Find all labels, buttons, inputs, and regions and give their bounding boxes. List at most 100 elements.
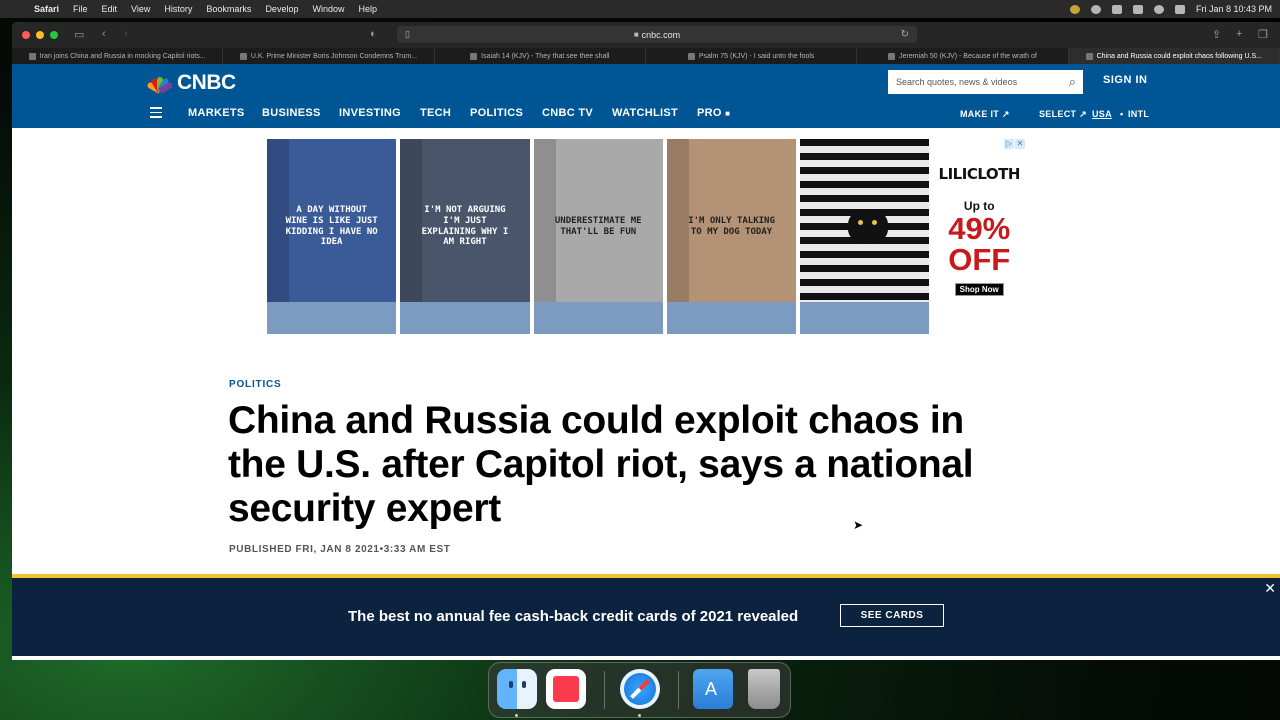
tab-favicon [239,52,247,60]
ad-discount-off: OFF [948,242,1011,277]
minimize-window-button[interactable] [36,31,44,39]
nav-tech[interactable]: TECH [420,107,451,119]
menu-help[interactable]: Help [358,4,377,14]
ad-product-image[interactable]: A DAY WITHOUT WINE IS LIKE JUST KIDDING … [267,139,397,334]
ad-brand-name: LILICLOTH [938,165,1021,183]
spotlight-search-icon[interactable] [1153,4,1164,14]
tab-overview-icon[interactable]: ❐ [1258,28,1268,41]
sign-in-button[interactable]: SIGN IN [1103,74,1147,86]
ad-close-icon[interactable]: ✕ [1014,139,1025,149]
applications-folder-icon[interactable]: A [693,669,733,709]
browser-tab[interactable]: Jeremiah 50 (KJV) - Because of the wrath… [857,48,1069,64]
nav-cnbc-tv[interactable]: CNBC TV [542,107,593,119]
close-window-button[interactable] [22,31,30,39]
url-text: cnbc.com [641,29,681,40]
browser-tab[interactable]: U.K. Prime Minister Boris Johnson Condem… [223,48,435,64]
dock-divider [604,671,605,709]
browser-tab[interactable]: Iran joins China and Russia in mocking C… [12,48,224,64]
cloud-icon[interactable] [1111,4,1122,14]
ad-info-icon[interactable]: ▷ [1003,139,1014,149]
tab-title: U.K. Prime Minister Boris Johnson Condem… [250,52,418,60]
menu-edit[interactable]: Edit [102,4,118,14]
sidebar-toggle-icon[interactable]: ▭ [74,28,84,41]
bluetooth-icon[interactable] [1090,4,1101,14]
address-bar[interactable]: ▯ ■ cnbc.com ↻ [397,26,917,43]
safari-icon[interactable] [620,669,660,709]
edition-intl[interactable]: INTL [1128,109,1149,119]
logo-text: CNBC [177,71,236,94]
browser-tab-active[interactable]: China and Russia could exploit chaos fol… [1068,48,1280,64]
ad-brand-panel[interactable]: ▷ ✕ LILICLOTH Up to 49% OFF Shop Now [933,139,1025,334]
nav-markets[interactable]: MARKETS [188,107,245,119]
user-icon[interactable] [1069,4,1080,14]
ad-choices[interactable]: ▷ ✕ [1003,139,1025,149]
article-section-label[interactable]: POLITICS [229,379,282,390]
trash-icon[interactable] [748,669,780,709]
search-input[interactable]: Search quotes, news & videos ⌕ [888,70,1083,94]
safari-window: ▭ ‹ › ◐ ▯ ■ cnbc.com ↻ ⇪ + ❐ Iran joins … [12,22,1280,660]
shirt-slogan: A DAY WITHOUT WINE IS LIKE JUST KIDDING … [285,204,378,248]
wifi-icon[interactable] [1132,4,1143,14]
nav-select-label: SELECT [1039,109,1077,119]
shirt-slogan: I'M ONLY TALKING TO MY DOG TODAY [688,215,775,237]
forward-arrow-icon[interactable]: › [124,28,128,40]
main-nav: MARKETS BUSINESS INVESTING TECH POLITICS… [12,98,1280,128]
privacy-shield-icon[interactable]: ◐ [370,28,377,40]
see-cards-button[interactable]: SEE CARDS [840,604,944,627]
tab-title: Iran joins China and Russia in mocking C… [39,52,206,60]
dock-divider [678,671,679,709]
close-banner-icon[interactable]: ✕ [1264,580,1276,597]
page-icon: ▯ [405,29,410,39]
published-timestamp: PUBLISHED FRI, JAN 8 2021•3:33 AM EST [229,544,451,555]
nav-politics[interactable]: POLITICS [470,107,523,119]
menu-history[interactable]: History [164,4,192,14]
finder-icon[interactable] [497,669,537,709]
cat-graphic [848,209,889,243]
tab-favicon [28,52,36,60]
shirt-slogan: I'M NOT ARGUING I'M JUST EXPLAINING WHY … [421,204,509,248]
ad-shop-now-button[interactable]: Shop Now [954,283,1004,296]
nav-business[interactable]: BUSINESS [262,107,321,119]
tab-title: China and Russia could exploit chaos fol… [1096,52,1262,60]
nav-watchlist[interactable]: WATCHLIST [612,107,678,119]
menu-bookmarks[interactable]: Bookmarks [206,4,251,14]
news-app-icon[interactable] [546,669,586,709]
ad-product-image[interactable]: I'M ONLY TALKING TO MY DOG TODAY [666,139,797,334]
browser-tab[interactable]: Isaiah 14 (KJV) - They that see thee sha… [435,48,646,64]
search-icon[interactable]: ⌕ [1069,74,1076,90]
menu-clock[interactable]: Fri Jan 8 10:43 PM [1196,4,1272,14]
article-headline: China and Russia could exploit chaos in … [228,399,974,530]
banner-text: The best no annual fee cash-back credit … [348,608,799,625]
back-arrow-icon[interactable]: ‹ [102,28,106,40]
edition-usa[interactable]: USA [1092,109,1112,119]
window-controls [22,31,58,39]
hamburger-menu-icon[interactable] [150,107,162,121]
nav-make-it[interactable]: MAKE IT ↗ [960,109,1010,120]
running-indicator [638,714,641,717]
zoom-window-button[interactable] [50,31,58,39]
ad-product-image[interactable] [800,139,930,334]
search-placeholder: Search quotes, news & videos [896,77,1018,87]
ad-product-image[interactable]: UNDERESTIMATE ME THAT'LL BE FUN [533,139,663,334]
menu-app-name[interactable]: Safari [34,4,59,14]
tab-bar: Iran joins China and Russia in mocking C… [12,48,1280,64]
menu-view[interactable]: View [131,4,150,14]
nav-investing[interactable]: INVESTING [339,107,401,119]
nav-pro[interactable]: PRO ■ [697,107,730,119]
edition-separator: • [1120,109,1124,119]
reload-icon[interactable]: ↻ [901,29,909,40]
new-tab-icon[interactable]: + [1236,28,1242,40]
menu-file[interactable]: File [73,4,88,14]
browser-tab[interactable]: Psalm 75 (KJV) - I said unto the fools [646,48,858,64]
display-ad[interactable]: A DAY WITHOUT WINE IS LIKE JUST KIDDING … [267,139,1025,334]
cnbc-logo[interactable]: CNBC [146,71,236,95]
control-center-icon[interactable] [1174,4,1185,14]
macos-menu-bar: Safari File Edit View History Bookmarks … [0,0,1280,18]
menu-window[interactable]: Window [312,4,344,14]
status-menus: Fri Jan 8 10:43 PM [1069,4,1272,14]
menu-develop[interactable]: Develop [265,4,298,14]
tab-favicon [470,52,478,60]
ad-product-image[interactable]: I'M NOT ARGUING I'M JUST EXPLAINING WHY … [400,139,530,334]
share-icon[interactable]: ⇪ [1212,28,1221,41]
nav-select[interactable]: SELECT ↗ [1039,109,1087,120]
